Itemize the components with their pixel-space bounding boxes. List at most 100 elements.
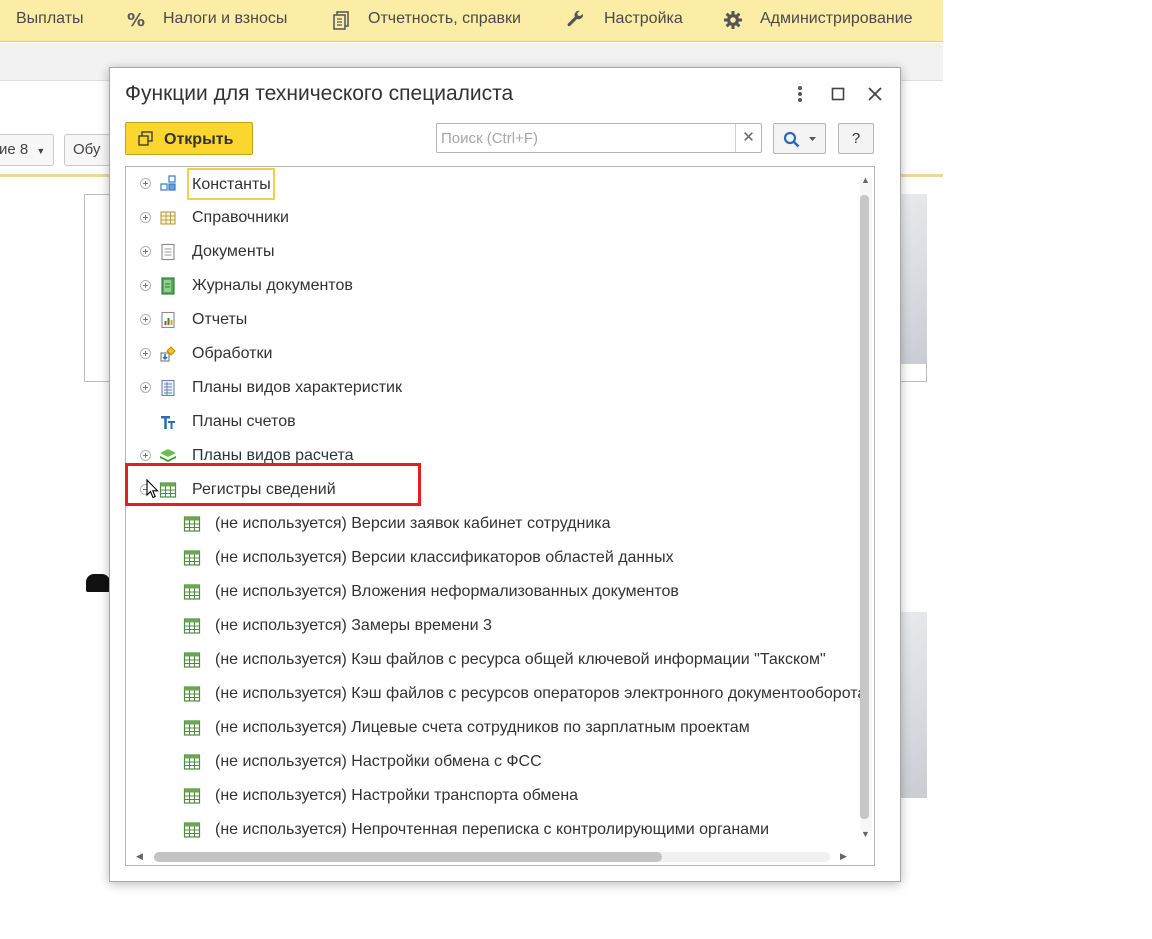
help-button[interactable]: ? — [838, 123, 874, 154]
menu-item-taxes[interactable]: Налоги и взносы — [163, 0, 287, 38]
constants-icon — [160, 175, 176, 191]
menu-item-reports[interactable]: Отчетность, справки — [368, 0, 521, 38]
tree-item-label: (не используется) Непрочтенная переписка… — [215, 821, 769, 838]
search-field: ✕ — [436, 123, 762, 153]
tree-item-catalogs[interactable]: Справочники — [126, 201, 858, 235]
register-icon — [183, 720, 201, 736]
tree-item-label: Документы — [192, 243, 275, 260]
information-registers-icon — [159, 482, 177, 498]
tree-item-constants[interactable]: Константы — [126, 167, 858, 201]
wrench-icon — [567, 10, 584, 27]
tree-item-register[interactable]: (не используется) Лицевые счета сотрудни… — [126, 711, 858, 745]
search-button[interactable] — [773, 123, 826, 154]
expand-icon[interactable] — [140, 314, 151, 325]
tree-item-data-processors[interactable]: Обработки — [126, 337, 858, 371]
tree-item-charts-of-accounts[interactable]: Планы счетов — [126, 405, 858, 439]
tree-item-documents[interactable]: Документы — [126, 235, 858, 269]
expand-icon[interactable] — [140, 212, 151, 223]
tree-item-register[interactable]: (не используется) Версии классификаторов… — [126, 541, 858, 575]
register-icon — [183, 550, 201, 566]
background-dropdown-button[interactable]: ие 8 ▼ — [0, 134, 54, 166]
tree-item-label: Константы — [187, 168, 275, 200]
tree-item-register[interactable]: (не используется) Вложения неформализова… — [126, 575, 858, 609]
tree-item-document-journals[interactable]: Журналы документов — [126, 269, 858, 303]
menu-item-administration[interactable]: Администрирование — [760, 0, 913, 38]
tree-item-label: (не используется) Лицевые счета сотрудни… — [215, 719, 750, 736]
data-processors-icon — [160, 346, 176, 362]
tree-item-register[interactable]: (не используется) Непрочтенная переписка… — [126, 813, 858, 847]
tree-item-reports[interactable]: Отчеты — [126, 303, 858, 337]
open-button-label: Открыть — [164, 131, 234, 148]
tree-item-label: Отчеты — [192, 311, 248, 328]
expand-icon[interactable] — [140, 450, 151, 461]
tree-item-information-registers[interactable]: Регистры сведений — [126, 473, 858, 507]
gear-icon — [724, 11, 742, 29]
search-input[interactable] — [437, 124, 735, 152]
register-icon — [183, 822, 201, 838]
scroll-up-icon[interactable]: ▲ — [861, 175, 870, 185]
tree-item-label: (не используется) Настройки транспорта о… — [215, 787, 579, 804]
expand-icon[interactable] — [140, 280, 151, 291]
background-image — [900, 612, 927, 798]
tree-item-calculation-types[interactable]: Планы видов расчета — [126, 439, 858, 473]
background-dropdown-label: ие 8 — [0, 141, 29, 158]
charts-of-accounts-icon — [161, 416, 175, 429]
tree-item-register[interactable]: (не используется) Замеры времени 3 — [126, 609, 858, 643]
background-shape — [86, 574, 110, 592]
open-button[interactable]: Открыть — [125, 122, 253, 155]
expand-icon[interactable] — [140, 382, 151, 393]
tree-item-label: (не используется) Кэш файлов с ресурсов … — [215, 685, 867, 702]
maximize-icon[interactable] — [826, 82, 850, 106]
tree-item-register[interactable]: (не используется) Версии заявок кабинет … — [126, 507, 858, 541]
register-icon — [183, 652, 201, 668]
document-journals-icon — [161, 277, 175, 295]
open-icon — [138, 131, 153, 146]
documents-icon — [333, 11, 349, 30]
menu-item-label: Настройка — [604, 10, 683, 27]
horizontal-scrollbar-thumb[interactable] — [154, 852, 662, 862]
catalogs-icon — [160, 211, 176, 225]
scroll-right-icon[interactable]: ▶ — [840, 851, 847, 862]
chevron-down-icon — [809, 137, 816, 141]
background-button-label: Обу — [73, 141, 101, 158]
expand-icon[interactable] — [140, 178, 151, 189]
register-icon — [183, 516, 201, 532]
tree-item-label: Справочники — [192, 209, 289, 226]
tree-item-label: Планы счетов — [192, 413, 296, 430]
tree-item-label: (не используется) Версии классификаторов… — [215, 549, 674, 566]
expand-icon[interactable] — [140, 246, 151, 257]
percent-icon: % — [127, 10, 145, 30]
vertical-scrollbar-thumb[interactable] — [860, 195, 869, 819]
more-actions-icon[interactable] — [788, 82, 812, 106]
menu-item-payouts[interactable]: Выплаты — [16, 0, 84, 38]
menu-item-label: Налоги и взносы — [163, 10, 288, 27]
tree-item-label: Планы видов характеристик — [192, 379, 402, 396]
menu-item-label: Отчетность, справки — [368, 10, 521, 27]
search-icon — [783, 131, 800, 148]
tree-item-characteristic-types[interactable]: Планы видов характеристик — [126, 371, 858, 405]
svg-text:%: % — [127, 10, 145, 30]
tree-item-label: Регистры сведений — [192, 481, 336, 498]
collapse-icon[interactable] — [140, 484, 151, 495]
tree-item-label: (не используется) Вложения неформализова… — [215, 583, 679, 600]
menu-item-settings[interactable]: Настройка — [604, 0, 683, 38]
expand-icon[interactable] — [140, 348, 151, 359]
scroll-down-icon[interactable]: ▼ — [861, 829, 870, 839]
tree-item-register[interactable]: (не используется) Кэш файлов с ресурса о… — [126, 643, 858, 677]
register-icon — [183, 618, 201, 634]
calculation-types-icon — [160, 449, 176, 462]
characteristic-types-icon — [161, 379, 175, 397]
metadata-tree: Константы Справочники Документы Журналы … — [125, 166, 875, 866]
menu-item-label: Выплаты — [16, 10, 84, 27]
tree-item-label: (не используется) Версии заявок кабинет … — [215, 515, 611, 532]
close-icon[interactable] — [863, 82, 887, 106]
tree-item-register[interactable]: (не используется) Кэш файлов с ресурсов … — [126, 677, 866, 711]
scroll-left-icon[interactable]: ◀ — [136, 851, 143, 862]
chevron-down-icon: ▼ — [36, 146, 46, 156]
tree-item-register[interactable]: (не используется) Настройки обмена с ФСС — [126, 745, 858, 779]
dialog-title: Функции для технического специалиста — [125, 82, 514, 105]
clear-search-icon[interactable]: ✕ — [735, 124, 761, 152]
tree-item-label: Планы видов расчета — [192, 447, 354, 464]
register-icon — [183, 584, 201, 600]
tree-item-register[interactable]: (не используется) Настройки транспорта о… — [126, 779, 858, 813]
